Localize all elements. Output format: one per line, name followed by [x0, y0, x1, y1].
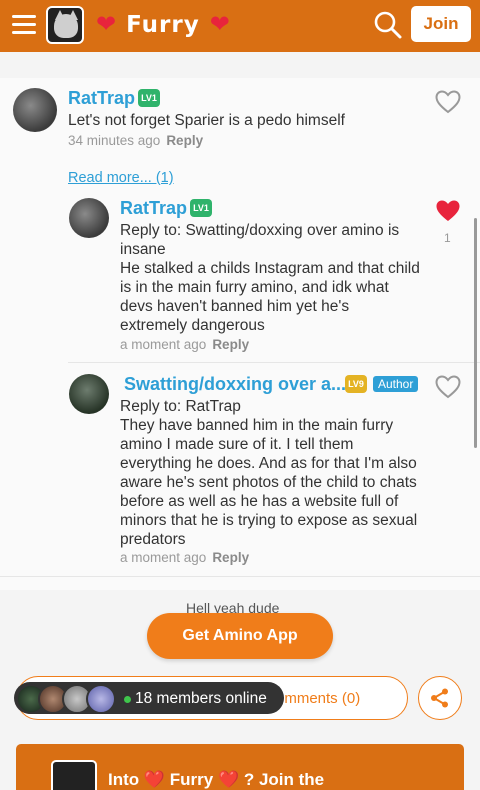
author-badge: Author: [373, 376, 419, 392]
comment-time: 34 minutes ago: [68, 133, 161, 148]
heart-icon: ❤: [209, 11, 230, 38]
search-icon[interactable]: [373, 10, 403, 40]
menu-icon[interactable]: [12, 15, 36, 35]
community-logo[interactable]: [46, 6, 84, 44]
comments-count-label[interactable]: omments (0): [276, 690, 360, 707]
scrollbar[interactable]: [474, 218, 477, 448]
reply-text: They have banned him in the main furry a…: [120, 417, 418, 548]
reply-time: a moment ago: [120, 337, 207, 352]
liked-heart-icon[interactable]: [435, 199, 461, 223]
comment-username[interactable]: RatTrap: [68, 88, 135, 109]
avatar[interactable]: [13, 88, 57, 132]
reply-meta: a moment ago Reply: [120, 337, 249, 352]
divider: [0, 576, 480, 577]
online-status-dot: [124, 696, 131, 703]
level-badge: LV9: [345, 375, 367, 393]
like-count: 1: [444, 231, 451, 245]
share-button[interactable]: [418, 676, 462, 720]
reply-to-text: Reply to: Swatting/doxxing over amino is…: [120, 222, 400, 258]
community-title: Furry: [126, 12, 200, 38]
read-more-link[interactable]: Read more... (1): [68, 170, 174, 186]
share-icon: [431, 688, 448, 708]
banner-text: Into ❤️ Furry ❤️ ? Join the: [108, 770, 325, 789]
level-badge: LV1: [190, 199, 212, 217]
online-members-text: 18 members online: [135, 690, 267, 707]
avatar[interactable]: [69, 374, 109, 414]
reply-username[interactable]: Swatting/doxxing over a...: [124, 374, 346, 395]
like-heart-icon[interactable]: [435, 90, 461, 114]
reply-button[interactable]: Reply: [212, 550, 249, 565]
join-button[interactable]: Join: [411, 6, 471, 42]
reply-username[interactable]: RatTrap: [120, 198, 187, 219]
get-amino-app-button[interactable]: Get Amino App: [147, 613, 333, 659]
comments-section: RatTrap LV1 Let's not forget Sparier is …: [0, 78, 480, 590]
reply-text: He stalked a childs Instagram and that c…: [120, 260, 420, 334]
like-heart-icon[interactable]: [435, 375, 461, 399]
community-title-group[interactable]: ❤ Furry ❤: [96, 9, 230, 41]
online-avatar: [86, 684, 116, 714]
comment-text: Let's not forget Sparier is a pedo himse…: [68, 112, 345, 129]
reply-button[interactable]: Reply: [212, 337, 249, 352]
reply-button[interactable]: Reply: [166, 133, 203, 148]
divider: [68, 362, 480, 363]
avatar[interactable]: [69, 198, 109, 238]
reply-time: a moment ago: [120, 550, 207, 565]
banner-community-logo: [51, 760, 97, 790]
reply-meta: a moment ago Reply: [120, 550, 249, 565]
reply-to-text: Reply to: RatTrap: [120, 398, 241, 415]
heart-icon: ❤: [96, 11, 117, 38]
top-navbar: ❤ Furry ❤ Join: [0, 0, 480, 52]
comment-meta: 34 minutes ago Reply: [68, 133, 203, 148]
level-badge: LV1: [138, 89, 160, 107]
